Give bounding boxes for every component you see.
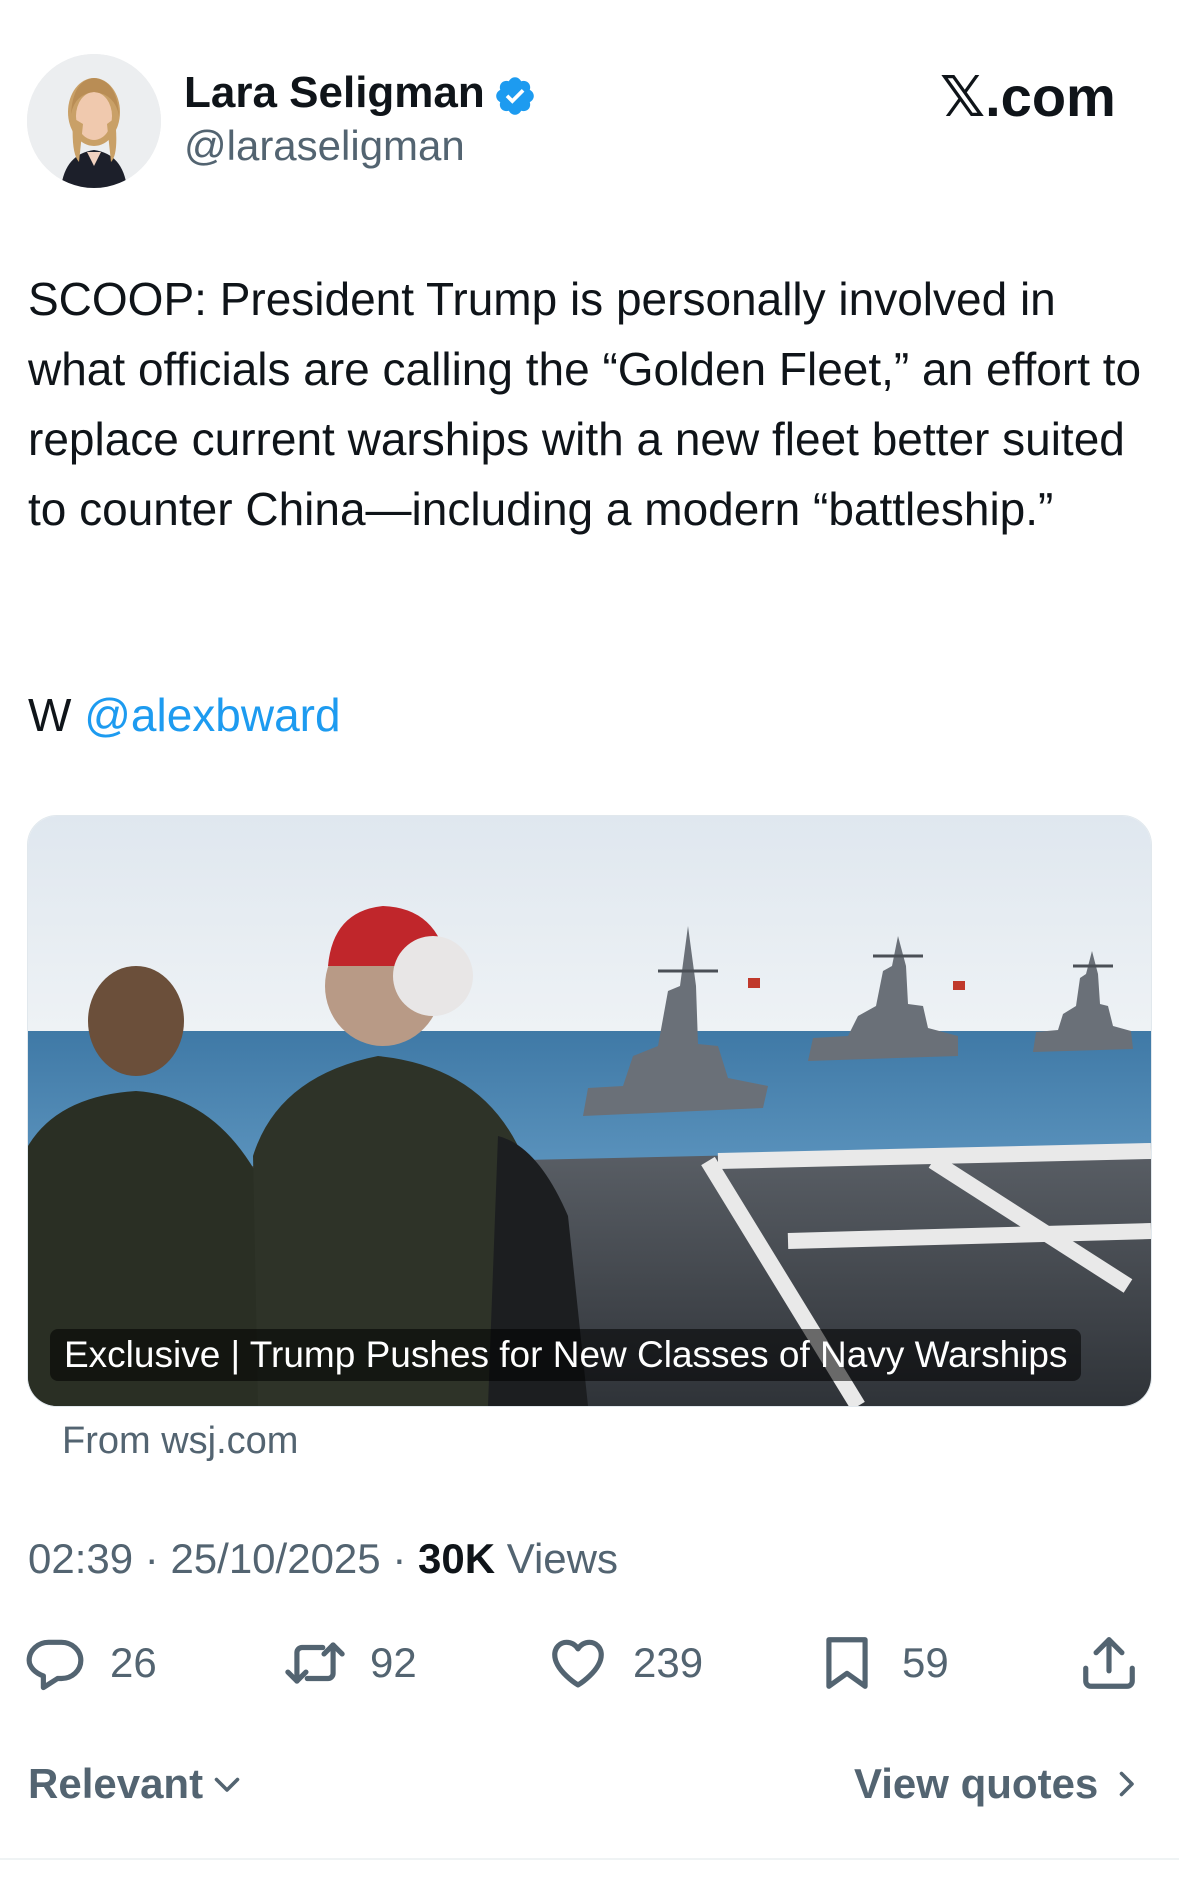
reply-button[interactable]: 26 <box>24 1628 157 1698</box>
like-button[interactable]: 239 <box>547 1628 703 1698</box>
card-image <box>28 816 1151 1406</box>
mention-link[interactable]: @alexbward <box>84 689 340 741</box>
views-count: 30K <box>417 1535 496 1582</box>
view-quotes-label: View quotes <box>854 1760 1099 1807</box>
sort-label: Relevant <box>28 1760 204 1807</box>
x-com-logo: 𝕏.com <box>940 65 1116 130</box>
repost-icon <box>285 1642 345 1684</box>
repost-button[interactable]: 92 <box>284 1628 417 1698</box>
share-button[interactable] <box>1078 1628 1140 1698</box>
divider <box>0 1858 1179 1860</box>
sort-relevant-dropdown[interactable]: Relevant <box>28 1760 245 1808</box>
views-label: Views <box>506 1535 618 1582</box>
link-card[interactable] <box>27 815 1152 1407</box>
view-quotes-link[interactable]: View quotes <box>854 1760 1144 1808</box>
like-count: 239 <box>633 1639 704 1686</box>
bookmark-count: 59 <box>902 1639 949 1686</box>
avatar[interactable] <box>27 54 161 188</box>
chevron-right-icon <box>1119 1771 1135 1797</box>
author-handle[interactable]: @laraseligman <box>184 122 465 170</box>
chevron-down-icon <box>214 1777 240 1792</box>
card-source[interactable]: From wsj.com <box>62 1420 298 1463</box>
tweet-body: SCOOP: President Trump is personally inv… <box>28 273 1142 535</box>
tweet-date[interactable]: 25/10/2025 <box>170 1535 380 1582</box>
verified-badge-icon <box>493 74 537 118</box>
heart-icon <box>552 1639 604 1688</box>
bookmark-icon <box>826 1637 868 1689</box>
reply-count: 26 <box>110 1639 157 1686</box>
reply-icon <box>26 1639 84 1691</box>
repost-count: 92 <box>370 1639 417 1686</box>
tweet-time[interactable]: 02:39 <box>28 1535 133 1582</box>
tweet-meta: 02:39 · 25/10/2025 · 30K Views <box>28 1535 618 1582</box>
w-prefix: W <box>28 689 72 741</box>
card-caption[interactable]: Exclusive | Trump Pushes for New Classes… <box>50 1329 1082 1381</box>
share-icon <box>1083 1637 1135 1689</box>
bookmark-button[interactable]: 59 <box>816 1628 949 1698</box>
tweet-mention-line: W @alexbward <box>28 680 341 750</box>
tweet-text: SCOOP: President Trump is personally inv… <box>28 264 1148 544</box>
author-name[interactable]: Lara Seligman <box>184 68 485 118</box>
